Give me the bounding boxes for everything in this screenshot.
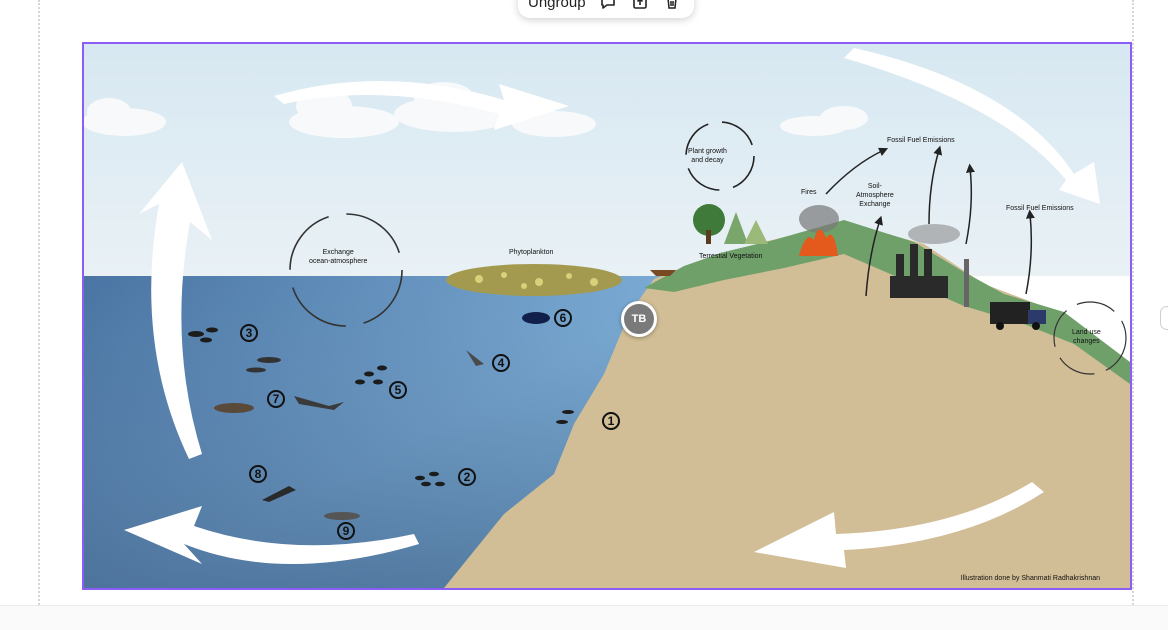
phytoplankton-label: Phytoplankton xyxy=(509,249,554,256)
soil-exchange-label: Soil- Atmosphere Exchange xyxy=(856,183,894,208)
marker-1: 1 xyxy=(602,412,620,430)
comment-icon[interactable] xyxy=(598,0,618,12)
selection-toolbar: Ungroup xyxy=(518,0,694,18)
terrestrial-label: Terrestial Vegetation xyxy=(699,253,763,260)
marker-2: 2 xyxy=(458,468,476,486)
right-edge-handle[interactable] xyxy=(1160,306,1168,330)
trash-icon[interactable] xyxy=(662,0,682,12)
right-guide-line xyxy=(1132,0,1134,629)
sky xyxy=(84,44,1130,276)
fires-label: Fires xyxy=(801,189,817,196)
marker-5: 5 xyxy=(389,381,407,399)
ungroup-button[interactable]: Ungroup xyxy=(528,0,586,11)
collaborator-avatar[interactable]: TB xyxy=(621,301,657,337)
left-guide-line xyxy=(38,0,40,629)
export-icon[interactable] xyxy=(630,0,650,12)
marker-3: 3 xyxy=(240,324,258,342)
marker-9: 9 xyxy=(337,522,355,540)
plant-growth-label: Plant growth and decay xyxy=(688,148,727,164)
fossil-fuel-label-1: Fossil Fuel Emissions xyxy=(887,137,955,144)
illustration-canvas xyxy=(84,44,1130,588)
illustration-credit: Illustration done by Shanmati Radhakrish… xyxy=(960,575,1100,582)
marker-8: 8 xyxy=(249,465,267,483)
carbon-cycle-illustration[interactable]: Plant growth and decay Fossil Fuel Emiss… xyxy=(82,42,1132,590)
fossil-fuel-label-2: Fossil Fuel Emissions xyxy=(1006,205,1074,212)
marker-6: 6 xyxy=(554,309,572,327)
canvas-bottom-strip xyxy=(0,605,1168,630)
exchange-ocean-label: Exchange ocean-atmosphere xyxy=(309,249,368,265)
marker-4: 4 xyxy=(492,354,510,372)
land-use-label: Land use changes xyxy=(1072,329,1101,345)
marker-7: 7 xyxy=(267,390,285,408)
